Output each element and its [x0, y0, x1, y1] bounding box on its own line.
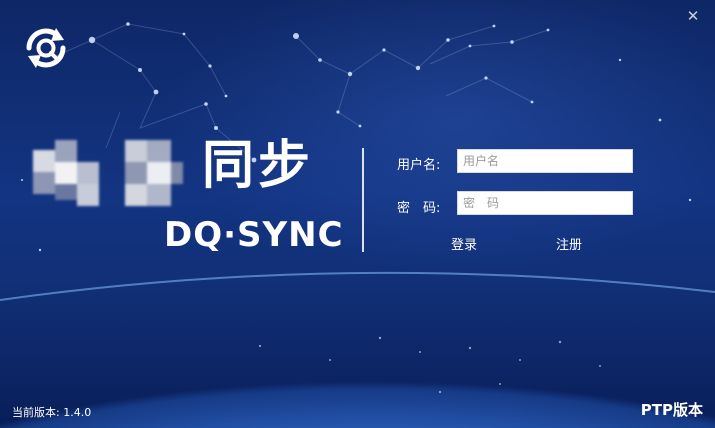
- register-button[interactable]: 注册: [556, 234, 582, 253]
- version-label: 当前版本: 1.4.0: [12, 406, 92, 419]
- username-label: 用户名:: [397, 158, 441, 173]
- brand-title-english: DQ·SYNC: [164, 215, 344, 255]
- brand-divider: [362, 148, 364, 252]
- close-icon[interactable]: ✕: [683, 6, 703, 26]
- login-button[interactable]: 登录: [451, 234, 477, 253]
- password-input[interactable]: [457, 191, 633, 215]
- password-label: 密 码:: [397, 201, 441, 216]
- sync-logo-icon: [26, 28, 66, 68]
- brand-title-chinese: 同步: [202, 136, 315, 196]
- edition-label: PTP版本: [640, 401, 703, 419]
- pixelated-logo-image: [33, 140, 183, 206]
- login-window: ✕ 同步 DQ·SYNC 用户名: 密 码: 登录 注册 当前版本: 1.4.0…: [0, 0, 715, 428]
- username-input[interactable]: [457, 149, 633, 173]
